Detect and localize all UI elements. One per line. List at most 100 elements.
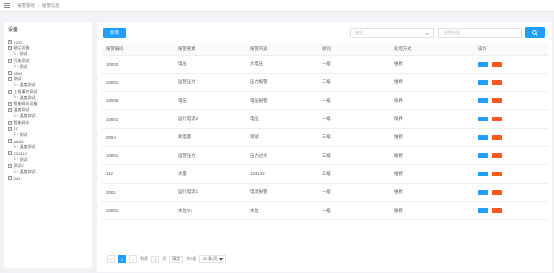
tree-node-label: 4504 bbox=[13, 70, 23, 76]
next-page-button[interactable]: › bbox=[129, 255, 137, 263]
table-cell: 10006 bbox=[102, 91, 174, 111]
table-cell: 电流报警 bbox=[246, 183, 318, 202]
expand-toggle-icon[interactable]: − bbox=[8, 71, 12, 76]
toolbar: 新增 级别 报警内容 bbox=[97, 22, 552, 42]
column-header: 报警编码 bbox=[102, 44, 174, 56]
tree-title: 设备 bbox=[8, 27, 19, 33]
column-header: 操作 bbox=[474, 44, 548, 56]
table-row: 10001 运营压力 压力过大 三级 报修 bbox=[102, 146, 548, 166]
device-tree-panel: 设备 −1222− 烟尘设备 测试 − 污废测试 测试 −4504− 测试 温度测试 − 上报事件测… bbox=[4, 22, 92, 268]
table-cell: 运营压力 bbox=[174, 146, 246, 166]
edit-button[interactable] bbox=[478, 189, 488, 195]
table-row: 10001 运营压力 压力报警 二级 维修 bbox=[102, 73, 548, 93]
expand-toggle-icon[interactable]: − bbox=[8, 163, 12, 168]
table-row: 10001 运行电流2 电压 一级 保养 bbox=[102, 109, 548, 129]
table-cell: 10002 bbox=[102, 55, 174, 74]
search-input[interactable]: 报警内容 bbox=[438, 28, 522, 38]
row-actions bbox=[478, 153, 548, 159]
tree-node-label: 测试 bbox=[19, 51, 28, 57]
delete-button[interactable] bbox=[492, 189, 502, 195]
edit-button[interactable] bbox=[478, 98, 488, 104]
edit-button[interactable] bbox=[478, 80, 488, 85]
edit-button[interactable] bbox=[478, 171, 488, 177]
expand-toggle-icon[interactable]: − bbox=[8, 89, 12, 94]
level-select[interactable]: 级别 bbox=[350, 28, 434, 38]
menu-icon[interactable] bbox=[4, 3, 10, 8]
goto-page-input[interactable]: 1 bbox=[151, 255, 160, 263]
delete-button[interactable] bbox=[492, 153, 502, 159]
expand-toggle-icon[interactable]: − bbox=[8, 46, 12, 51]
tree-connector bbox=[14, 156, 18, 160]
delete-button[interactable] bbox=[492, 61, 502, 67]
actions-cell bbox=[474, 91, 548, 111]
expand-toggle-icon[interactable]: − bbox=[8, 108, 12, 113]
row-actions bbox=[478, 134, 548, 140]
table-cell: 10001 bbox=[102, 73, 174, 93]
table-cell: 三级 bbox=[318, 128, 390, 147]
tree-node-label: 温度测试 bbox=[19, 113, 36, 119]
edit-button[interactable] bbox=[478, 61, 488, 67]
table-cell: 运行电流1 bbox=[174, 183, 246, 202]
tree-node-label: 温度测试 bbox=[19, 82, 36, 88]
actions-cell bbox=[474, 55, 548, 74]
column-header: 报警要素 bbox=[174, 44, 246, 56]
goto-confirm-button[interactable]: 确定 bbox=[169, 255, 184, 263]
table-cell: 维修 bbox=[390, 55, 474, 74]
delete-button[interactable] bbox=[492, 208, 502, 213]
table-cell: 运行电流2 bbox=[174, 109, 246, 129]
tree-node[interactable]: −343 bbox=[8, 175, 88, 181]
edit-button[interactable] bbox=[478, 134, 488, 140]
tree-node-label: 污废测试 bbox=[13, 57, 30, 63]
table-cell: 报修 bbox=[390, 201, 474, 221]
table-cell: 10001 bbox=[102, 146, 174, 166]
expand-toggle-icon[interactable]: − bbox=[8, 139, 12, 144]
delete-button[interactable] bbox=[492, 171, 502, 177]
prev-page-button[interactable]: ‹ bbox=[107, 255, 115, 263]
table-cell: 报修 bbox=[390, 146, 474, 166]
table-row: 10001 水位/m 水位 一级 报修 bbox=[102, 201, 548, 221]
tree-node-label: 上报事件测试 bbox=[13, 88, 38, 94]
row-actions bbox=[478, 98, 548, 104]
expand-toggle-icon[interactable]: − bbox=[8, 40, 12, 45]
table-cell: 保养 bbox=[390, 91, 474, 111]
edit-button[interactable] bbox=[478, 153, 488, 159]
tree-node-label: 测试 bbox=[19, 156, 28, 162]
table-cell: 2001 bbox=[102, 183, 174, 202]
delete-button[interactable] bbox=[492, 80, 502, 85]
expand-toggle-icon[interactable]: − bbox=[8, 58, 12, 63]
add-button[interactable]: 新增 bbox=[103, 28, 126, 38]
edit-button[interactable] bbox=[478, 208, 488, 213]
tree-node-label: 12 bbox=[13, 126, 18, 132]
expand-toggle-icon[interactable]: − bbox=[8, 126, 12, 131]
actions-cell bbox=[474, 146, 548, 166]
tree-connector bbox=[14, 63, 18, 67]
table-cell: 电压报警 bbox=[246, 91, 318, 111]
expand-toggle-icon[interactable]: − bbox=[8, 151, 12, 156]
delete-button[interactable] bbox=[492, 116, 502, 122]
table-cell: 三级 bbox=[318, 164, 390, 184]
breadcrumb-bar: / 报警管理 / 报警信息 bbox=[0, 0, 554, 12]
table-cell: 一级 bbox=[318, 183, 390, 202]
tree-node-label: 温度测试 bbox=[19, 144, 36, 150]
table-row: 112 水量 123132 三级 维修 bbox=[102, 164, 548, 184]
tree-node-label: 测试 bbox=[19, 63, 28, 69]
search-button[interactable] bbox=[525, 27, 545, 38]
total-count: 共9条 bbox=[186, 256, 197, 261]
expand-toggle-icon[interactable]: − bbox=[8, 120, 12, 125]
table-cell: 一级 bbox=[318, 201, 390, 221]
page-1-button[interactable]: 1 bbox=[118, 255, 126, 263]
page-size-select[interactable]: 20 条/页 bbox=[199, 255, 227, 263]
expand-toggle-icon[interactable]: − bbox=[8, 176, 12, 181]
expand-toggle-icon[interactable]: − bbox=[8, 101, 12, 106]
table-cell: 维修 bbox=[390, 164, 474, 184]
chevron-down-icon bbox=[425, 32, 429, 35]
expand-toggle-icon[interactable]: − bbox=[8, 77, 12, 82]
table-cell: 维修 bbox=[390, 128, 474, 147]
column-header: 报警内容 bbox=[246, 44, 318, 56]
edit-button[interactable] bbox=[478, 116, 488, 122]
delete-button[interactable] bbox=[492, 134, 502, 140]
delete-button[interactable] bbox=[492, 98, 502, 104]
breadcrumb-item[interactable]: 报警管理 bbox=[17, 3, 35, 9]
table-cell: 水量 bbox=[174, 164, 246, 184]
column-header: 级别 bbox=[318, 44, 390, 56]
